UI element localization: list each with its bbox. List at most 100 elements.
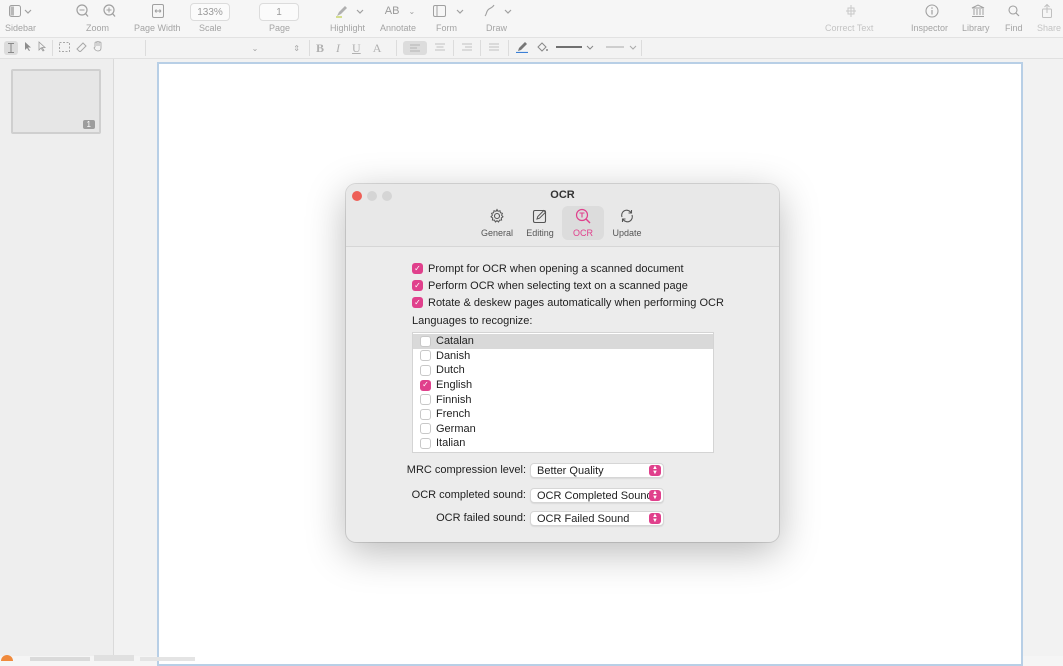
object-select-tool-icon[interactable] (38, 41, 47, 55)
toolbar-label-sidebar: Sidebar (5, 23, 37, 33)
checkbox-unchecked-icon[interactable] (420, 423, 431, 435)
library-button[interactable]: Library (961, 0, 995, 37)
fill-color-icon[interactable] (536, 41, 548, 56)
find-button[interactable]: Find (1003, 0, 1025, 37)
align-center-icon[interactable] (435, 42, 445, 54)
option-perform-ocr[interactable]: ✓ Perform OCR when selecting text on a s… (412, 278, 688, 293)
annotate-icon: AB ⌄ (384, 5, 416, 17)
up-down-chevron-icon: ▲ ▼ (649, 513, 661, 524)
checkbox-checked-icon[interactable]: ✓ (420, 379, 431, 391)
language-name: Italian (436, 437, 466, 450)
share-button[interactable]: Share (1035, 0, 1063, 37)
tab-ocr[interactable]: OCR (562, 206, 604, 240)
correct-text-button[interactable]: Correct Text (824, 0, 878, 37)
language-name: Catalan (436, 335, 474, 348)
align-right-icon[interactable] (462, 42, 472, 54)
language-row-italian[interactable]: Italian (413, 436, 713, 451)
checkbox-checked-icon[interactable]: ✓ (412, 297, 423, 308)
tab-ocr-label: OCR (573, 228, 593, 238)
language-row-danish[interactable]: Danish (413, 349, 713, 364)
up-down-chevron-icon: ▲ ▼ (649, 465, 661, 476)
toolbar-label-correct-text: Correct Text (825, 23, 874, 33)
option-prompt-ocr[interactable]: ✓ Prompt for OCR when opening a scanned … (412, 261, 684, 276)
line-style-select[interactable] (606, 42, 640, 55)
language-row-german[interactable]: German (413, 422, 713, 437)
language-name: French (436, 408, 471, 421)
checkbox-unchecked-icon[interactable] (420, 437, 431, 449)
chevron-down-icon: ⌄ (251, 43, 259, 53)
pointer-tool-icon[interactable] (24, 41, 32, 55)
highlighter-icon (330, 2, 368, 20)
toolbar-label-page: Page (269, 23, 291, 33)
annotate-button[interactable]: AB ⌄ Annotate (380, 0, 420, 37)
language-list[interactable]: Catalan Danish Dutch ✓ English Finnish F… (412, 332, 714, 453)
eraser-tool-icon[interactable] (76, 41, 87, 55)
scale-control[interactable]: 133% Scale (190, 0, 230, 37)
zoom-control[interactable]: Zoom (74, 0, 120, 37)
page-number-field[interactable]: 1 (259, 3, 299, 21)
hand-tool-icon[interactable] (93, 40, 103, 55)
checkbox-checked-icon[interactable]: ✓ (412, 263, 423, 274)
font-color-button[interactable]: A (373, 41, 382, 56)
language-row-catalan[interactable]: Catalan (413, 334, 713, 349)
highlight-button[interactable]: Highlight (330, 0, 370, 37)
sidebar-icon (6, 2, 36, 20)
tab-editing[interactable]: Editing (519, 206, 561, 240)
underline-button[interactable]: U (352, 41, 361, 56)
text-select-tool-icon[interactable] (4, 41, 18, 55)
tab-general-label: General (480, 228, 514, 238)
checkbox-unchecked-icon[interactable] (420, 350, 431, 362)
language-row-french[interactable]: French (413, 407, 713, 422)
tab-editing-label: Editing (526, 228, 554, 238)
toolbar-label-page-width: Page Width (134, 23, 181, 33)
share-icon (1039, 2, 1055, 20)
format-bar: ⌄ ⇕ B I U A (0, 38, 1063, 59)
ocr-completed-sound-select[interactable]: OCR Completed Sound ▲ ▼ (530, 488, 664, 503)
font-family-select[interactable]: ⌄ ⇕ (150, 40, 300, 56)
tool-selector-group (4, 40, 140, 56)
languages-label: Languages to recognize: (412, 314, 533, 327)
toolbar-label-zoom: Zoom (86, 23, 110, 33)
toolbar-label-annotate: Annotate (380, 23, 417, 33)
scale-field[interactable]: 133% (190, 3, 230, 21)
ocr-completed-sound-label: OCR completed sound: (411, 489, 526, 501)
draw-button[interactable]: Draw (480, 0, 514, 37)
line-weight-select[interactable] (556, 42, 598, 55)
page-width-button[interactable]: Page Width (134, 0, 184, 37)
draw-icon (480, 2, 514, 20)
page-thumbnail[interactable]: 1 (11, 69, 101, 134)
checkbox-unchecked-icon[interactable] (420, 408, 431, 420)
language-name: German (436, 422, 476, 435)
align-left-icon[interactable] (403, 41, 427, 55)
toolbar-label-form: Form (436, 23, 457, 33)
checkbox-unchecked-icon[interactable] (420, 364, 431, 376)
tab-update[interactable]: Update (606, 206, 648, 240)
toolbar-label-highlight: Highlight (330, 23, 366, 33)
italic-button[interactable]: I (336, 41, 340, 56)
dialog-header: OCR General Editing OCR Update (346, 184, 779, 247)
option-rotate-deskew[interactable]: ✓ Rotate & deskew pages automatically wh… (412, 295, 724, 310)
search-icon (1005, 2, 1023, 20)
language-row-dutch[interactable]: Dutch (413, 363, 713, 378)
language-name: Danish (436, 349, 471, 362)
page-control[interactable]: 1 Page (259, 0, 299, 37)
language-row-english[interactable]: ✓ English (413, 378, 713, 393)
text-style-group: B I U A (316, 40, 390, 56)
tab-general[interactable]: General (476, 206, 518, 240)
ocr-failed-sound-select[interactable]: OCR Failed Sound ▲ ▼ (530, 511, 664, 526)
marquee-tool-icon[interactable] (59, 41, 70, 55)
bold-button[interactable]: B (316, 41, 324, 56)
form-button[interactable]: Form (430, 0, 466, 37)
mrc-compression-select[interactable]: Better Quality ▲ ▼ (530, 463, 664, 478)
inspector-button[interactable]: Inspector (910, 0, 954, 37)
checkbox-checked-icon[interactable]: ✓ (412, 280, 423, 291)
align-justify-icon[interactable] (489, 42, 499, 54)
checkbox-unchecked-icon[interactable] (420, 394, 431, 406)
sidebar: 1 (0, 59, 114, 656)
toolbar-label-inspector: Inspector (911, 23, 949, 33)
language-row-finnish[interactable]: Finnish (413, 392, 713, 407)
sidebar-toggle-button[interactable]: Sidebar (4, 0, 38, 37)
text-magnifier-icon (562, 208, 604, 226)
pen-color-icon[interactable] (516, 41, 528, 56)
checkbox-unchecked-icon[interactable] (420, 335, 431, 347)
